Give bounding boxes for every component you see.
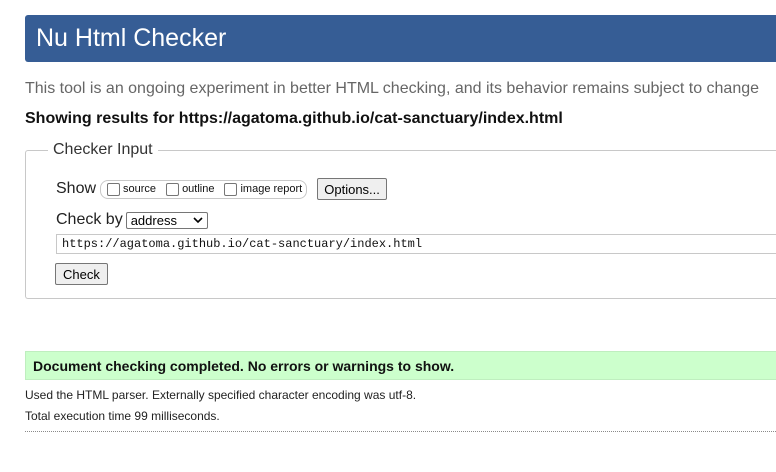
show-label: Show (56, 180, 97, 197)
chevron-down-icon (193, 216, 203, 223)
check-by-row: Check by address (56, 211, 208, 229)
app-title: Nu Html Checker (36, 24, 227, 52)
tagline: This tool is an ongoing experiment in be… (25, 80, 760, 97)
show-row: Show source outline image report Options… (56, 178, 387, 200)
image-report-checkbox[interactable] (224, 182, 238, 196)
checker-input-fieldset: Checker Input Show source outline image … (25, 141, 776, 299)
success-message: Document checking completed. No errors o… (25, 351, 776, 380)
show-image-report-option[interactable]: image report (224, 182, 303, 196)
source-checkbox[interactable] (107, 182, 121, 196)
options-button[interactable]: Options... (317, 178, 387, 200)
url-input-value: https://agatoma.github.io/cat-sanctuary/… (62, 237, 423, 251)
check-button[interactable]: Check (55, 263, 108, 285)
dotted-divider (25, 431, 776, 432)
execution-time: Total execution time 99 milliseconds. (25, 409, 220, 423)
check-by-select[interactable]: address (125, 211, 208, 229)
image-report-checkbox-label: image report (240, 183, 303, 195)
fieldset-legend: Checker Input (48, 141, 158, 159)
show-options-group: source outline image report (100, 179, 308, 199)
parser-info: Used the HTML parser. Externally specifi… (25, 388, 417, 402)
outline-checkbox[interactable] (166, 182, 180, 196)
check-by-label: Check by (56, 211, 123, 228)
app-header: Nu Html Checker (25, 15, 776, 62)
url-input[interactable]: https://agatoma.github.io/cat-sanctuary/… (56, 234, 776, 254)
results-heading: Showing results for https://agatoma.gith… (25, 110, 563, 127)
check-by-selected-value: address (130, 212, 177, 228)
source-checkbox-label: source (123, 183, 157, 195)
outline-checkbox-label: outline (182, 183, 215, 195)
page: Nu Html Checker This tool is an ongoing … (0, 0, 776, 472)
show-outline-option[interactable]: outline (166, 182, 215, 196)
show-source-option[interactable]: source (107, 182, 157, 196)
